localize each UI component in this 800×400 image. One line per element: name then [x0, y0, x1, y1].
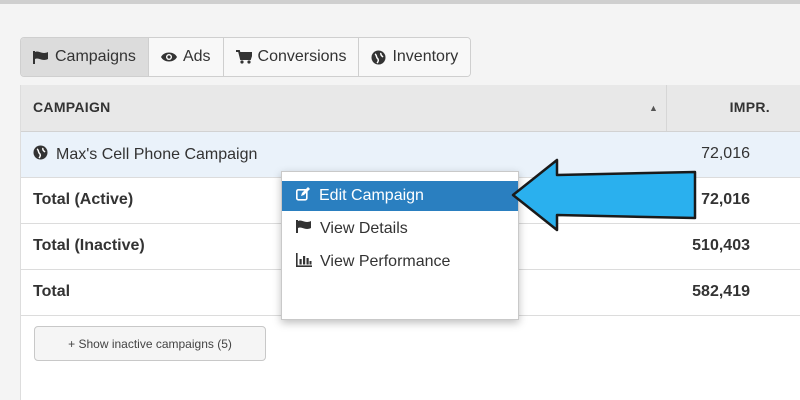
- row-name: Max's Cell Phone Campaign: [33, 145, 257, 165]
- menu-item-label: View Performance: [320, 253, 451, 270]
- tab-ads[interactable]: Ads: [148, 38, 224, 76]
- row-label: Total (Active): [33, 191, 134, 208]
- menu-item-view-performance[interactable]: View Performance: [282, 247, 518, 277]
- cart-icon: [235, 50, 252, 64]
- flag-icon: [296, 220, 312, 238]
- row-label: Total: [33, 283, 71, 300]
- eye-icon: [160, 51, 177, 63]
- globe-icon: [33, 145, 48, 165]
- row-name: Total (Inactive): [33, 237, 145, 255]
- tab-bar: Campaigns Ads Conversions Inventory: [20, 37, 472, 77]
- table-header: CAMPAIGN ▲ IMPR.: [21, 85, 800, 132]
- flag-icon: [33, 50, 49, 64]
- tab-conversions[interactable]: Conversions: [223, 38, 360, 76]
- column-header-campaign[interactable]: CAMPAIGN: [33, 99, 111, 115]
- bar-chart-icon: [296, 252, 312, 272]
- row-label: Total (Inactive): [33, 237, 145, 254]
- tab-label: Campaigns: [55, 48, 136, 65]
- menu-item-label: Edit Campaign: [319, 187, 424, 204]
- globe-icon: [371, 50, 386, 65]
- column-header-impressions[interactable]: IMPR.: [687, 99, 770, 115]
- campaign-name-link[interactable]: Max's Cell Phone Campaign: [56, 146, 257, 164]
- tab-campaigns[interactable]: Campaigns: [21, 38, 149, 76]
- edit-icon: [296, 186, 311, 206]
- row-name: Total: [33, 283, 70, 301]
- show-inactive-campaigns-button[interactable]: + Show inactive campaigns (5): [34, 326, 266, 361]
- menu-item-view-details[interactable]: View Details: [282, 214, 518, 244]
- arrow-shape: [511, 158, 697, 232]
- impressions-value: 582,419: [692, 283, 750, 300]
- tab-inventory[interactable]: Inventory: [359, 38, 471, 76]
- tab-label: Inventory: [392, 48, 459, 65]
- sort-ascending-icon[interactable]: ▲: [649, 103, 658, 113]
- context-menu: Edit Campaign View Details View Performa…: [281, 171, 519, 320]
- row-name: Total (Active): [33, 191, 133, 209]
- tab-label: Ads: [182, 48, 211, 65]
- top-border: [0, 0, 800, 4]
- menu-item-edit-campaign[interactable]: Edit Campaign: [282, 181, 518, 211]
- annotation-arrow: [511, 158, 697, 232]
- menu-item-label: View Details: [320, 220, 408, 237]
- column-divider: [666, 85, 667, 131]
- tab-label: Conversions: [257, 48, 347, 65]
